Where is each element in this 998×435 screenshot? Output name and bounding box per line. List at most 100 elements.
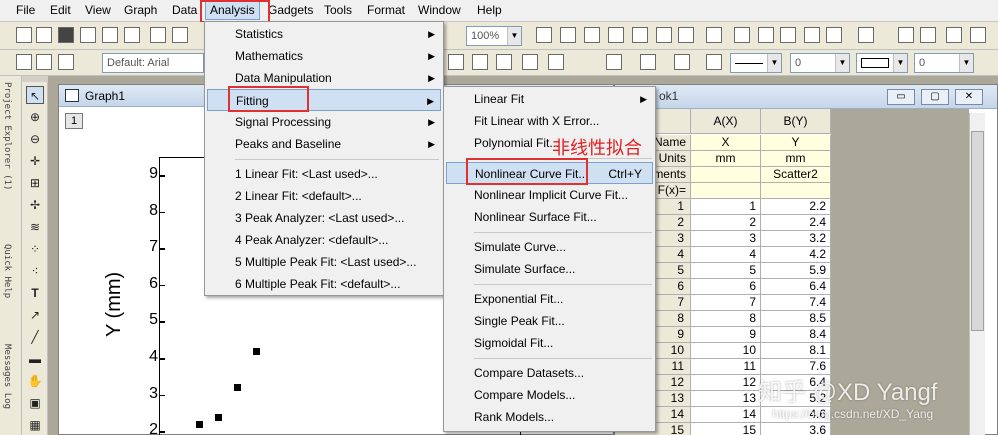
recent-item-3[interactable]: 3 Peak Analyzer: <Last used>... [207, 207, 441, 229]
meta-cell[interactable]: Y [761, 135, 831, 151]
menu-item-compare-models[interactable]: Compare Models... [446, 384, 653, 406]
meta-cell[interactable]: Scatter2 [761, 167, 831, 183]
table-cell[interactable]: 1 [691, 199, 761, 215]
fill-color-icon[interactable] [606, 54, 622, 70]
copy-icon[interactable] [36, 54, 52, 70]
table-cell[interactable]: 9 [691, 327, 761, 343]
recent-item-1[interactable]: 1 Linear Fit: <Last used>... [207, 163, 441, 185]
region-icon[interactable]: ▣ [26, 394, 44, 412]
menu-item-simulate-surface[interactable]: Simulate Surface... [446, 258, 653, 280]
image-tool-icon[interactable]: ▦ [26, 416, 44, 434]
scatter-points-icon[interactable]: ⁖ [26, 262, 44, 280]
style-combo[interactable]: Default: Arial [102, 53, 204, 73]
table-cell[interactable]: 3.6 [761, 423, 831, 435]
close-button[interactable]: ✕ [955, 89, 983, 105]
project-tree-icon[interactable] [706, 27, 722, 43]
table-cell[interactable]: 8.1 [761, 343, 831, 359]
table-cell[interactable]: 2.4 [761, 215, 831, 231]
table-icon[interactable] [804, 27, 820, 43]
text-tool-icon[interactable]: T [26, 284, 44, 302]
zoom-in-icon[interactable]: ⊕ [26, 108, 44, 126]
menu-item-fit-linear-x-error[interactable]: Fit Linear with X Error... [446, 110, 653, 132]
new-graph-icon[interactable] [80, 27, 96, 43]
table-cell[interactable]: 11 [691, 359, 761, 375]
menu-file[interactable]: File [16, 3, 35, 17]
menu-graph[interactable]: Graph [124, 3, 157, 17]
sort-icon[interactable] [946, 27, 962, 43]
recent-item-6[interactable]: 6 Multiple Peak Fit: <default>... [207, 273, 441, 295]
paste-icon[interactable] [58, 54, 74, 70]
mask-icon[interactable]: ≋ [26, 218, 44, 236]
menu-item-rank-models[interactable]: Rank Models... [446, 406, 653, 428]
export-icon[interactable] [608, 27, 624, 43]
table-cell[interactable]: 14 [691, 407, 761, 423]
table-cell[interactable]: 8.5 [761, 311, 831, 327]
new-matrix-icon[interactable] [58, 27, 74, 43]
font-color-icon[interactable] [548, 54, 564, 70]
menu-item-peaks-baseline[interactable]: Peaks and Baseline ▶ [207, 133, 441, 155]
zoom-out-icon[interactable]: ⊖ [26, 130, 44, 148]
notes-icon[interactable] [150, 27, 166, 43]
table-cell[interactable]: 10 [691, 343, 761, 359]
screen-reader-icon[interactable]: ✛ [26, 152, 44, 170]
size-combo[interactable]: 0 ▼ [914, 53, 974, 73]
worksheet-title-bar[interactable]: ok1 ▭ ▢ ✕ [615, 85, 997, 109]
menu-edit[interactable]: Edit [50, 3, 71, 17]
data-selector-icon[interactable]: ✢ [26, 196, 44, 214]
new-worksheet-icon[interactable] [36, 27, 52, 43]
project-explorer-tab[interactable]: Project Explorer (1) [2, 82, 12, 190]
hand-icon[interactable]: ✋ [26, 372, 44, 390]
meta-cell[interactable]: mm [691, 151, 761, 167]
recent-item-5[interactable]: 5 Multiple Peak Fit: <Last used>... [207, 251, 441, 273]
table-cell[interactable]: 6.4 [761, 279, 831, 295]
menu-gadgets[interactable]: Gadgets [268, 3, 313, 17]
table-cell[interactable]: 12 [691, 375, 761, 391]
menu-item-signal-processing[interactable]: Signal Processing ▶ [207, 111, 441, 133]
table-cell[interactable]: 3.2 [761, 231, 831, 247]
line-width-combo[interactable]: 0 ▼ [790, 53, 850, 73]
subscript-icon[interactable] [496, 54, 512, 70]
meta-cell[interactable] [691, 183, 761, 199]
minimize-button[interactable]: ▭ [887, 89, 915, 105]
table-cell[interactable]: 4 [691, 247, 761, 263]
cut-icon[interactable] [16, 54, 32, 70]
draw-data-icon[interactable]: ⁘ [26, 240, 44, 258]
menu-item-nonlinear-implicit-fit[interactable]: Nonlinear Implicit Curve Fit... [446, 184, 653, 206]
code-builder-icon[interactable] [632, 27, 648, 43]
rectangle-tool-icon[interactable]: ▬ [26, 350, 44, 368]
zoom-combo[interactable]: 100% ▼ [466, 26, 522, 46]
line-style-combo[interactable]: ▼ [730, 53, 782, 73]
table-cell[interactable]: 7 [691, 295, 761, 311]
font-size-icon[interactable] [448, 54, 464, 70]
table-cell[interactable]: 2.2 [761, 199, 831, 215]
pointer-icon[interactable]: ↖ [26, 86, 44, 104]
greek-icon[interactable] [522, 54, 538, 70]
maximize-button[interactable]: ▢ [921, 89, 949, 105]
table-cell[interactable]: 8 [691, 311, 761, 327]
data-filter-icon[interactable] [734, 27, 750, 43]
results-log-icon[interactable] [656, 27, 672, 43]
table-cell[interactable]: 2 [691, 215, 761, 231]
data-reader-icon[interactable]: ⊞ [26, 174, 44, 192]
menu-item-statistics[interactable]: Statistics ▶ [207, 23, 441, 45]
menu-data[interactable]: Data [172, 3, 197, 17]
table-cell[interactable]: 15 [691, 423, 761, 435]
command-window-icon[interactable] [678, 27, 694, 43]
layer-indicator[interactable]: 1 [65, 113, 83, 129]
recent-item-4[interactable]: 4 Peak Analyzer: <default>... [207, 229, 441, 251]
scrollbar-thumb[interactable] [971, 131, 984, 331]
line-color-icon[interactable] [674, 54, 690, 70]
table-cell[interactable]: 7.4 [761, 295, 831, 311]
menu-item-exponential-fit[interactable]: Exponential Fit... [446, 288, 653, 310]
recent-item-2[interactable]: 2 Linear Fit: <default>... [207, 185, 441, 207]
new-project-icon[interactable] [16, 27, 32, 43]
pattern-icon[interactable] [640, 54, 656, 70]
symbol-icon[interactable] [706, 54, 722, 70]
refresh-icon[interactable] [560, 27, 576, 43]
calculator-icon[interactable] [780, 27, 796, 43]
table-cell[interactable]: 5 [691, 263, 761, 279]
meta-cell[interactable]: mm [761, 151, 831, 167]
menu-item-linear-fit[interactable]: Linear Fit ▶ [446, 88, 653, 110]
open-icon[interactable] [172, 27, 188, 43]
duplicate-icon[interactable] [584, 27, 600, 43]
